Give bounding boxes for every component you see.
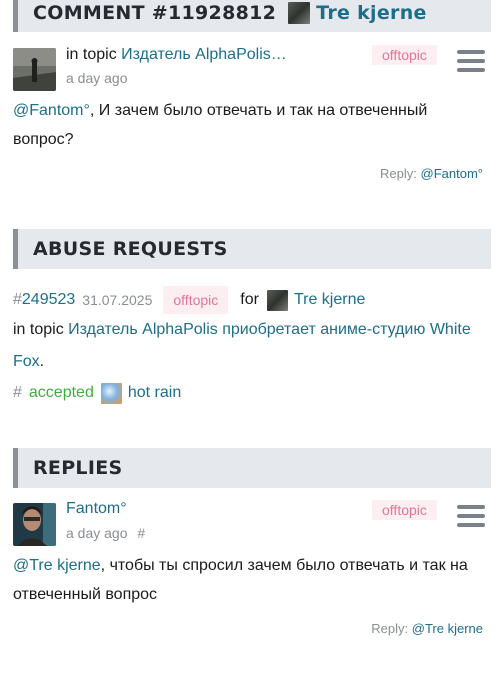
moderator-link[interactable]: hot rain (128, 381, 181, 405)
topic-link[interactable]: Издатель AlphaPolis… (121, 46, 287, 63)
replies-header: REPLIES (13, 448, 491, 488)
comment-author-link[interactable]: Tre kjerne (316, 2, 427, 24)
reply-menu-icon[interactable] (457, 505, 485, 527)
abuse-topic-line: in topic Издатель AlphaPolis приобретает… (13, 314, 483, 378)
reply-time[interactable]: a day ago (66, 525, 128, 541)
abuse-request-id[interactable]: #249523 (13, 288, 75, 312)
moderator-thumbnail (100, 382, 122, 404)
replies-title: REPLIES (33, 457, 123, 479)
abuse-status-line: # accepted hot rain (13, 381, 181, 405)
comment-body: @Fantom°, И зачем было отвечать и так на… (13, 96, 483, 154)
mention-link[interactable]: @Fantom° (13, 102, 90, 119)
abuse-offtopic-tag: offtopic (163, 286, 229, 314)
topic-prefix: in topic (66, 46, 117, 63)
abuse-requests-header: ABUSE REQUESTS (13, 229, 491, 269)
status-hash-icon[interactable]: # (13, 381, 22, 405)
reply-offtopic-tag: offtopic (372, 500, 437, 520)
abuse-topic-link[interactable]: Издатель AlphaPolis приобретает аниме-ст… (13, 321, 471, 370)
abuse-topic-prefix: in topic (13, 321, 64, 338)
reply-reply: Reply: @Tre kjerne (371, 621, 483, 636)
comment-time[interactable]: a day ago (66, 70, 128, 86)
comment-header: COMMENT #11928812 Tre kjerne (13, 0, 491, 32)
abuse-requests-title: ABUSE REQUESTS (33, 238, 228, 260)
menu-icon[interactable] (457, 50, 485, 72)
reply-avatar[interactable] (13, 503, 56, 546)
reply-label: Reply: (380, 166, 417, 181)
reply-to-link[interactable]: @Fantom° (421, 166, 483, 181)
abuse-request-date: 31.07.2025 (82, 292, 153, 308)
comment-title: COMMENT #11928812 (33, 2, 277, 24)
for-label: for (240, 291, 259, 308)
hash-icon: # (13, 291, 22, 308)
comment-offtopic-tag: offtopic (372, 45, 437, 65)
abuse-topic-suffix: . (39, 353, 45, 370)
reply-hash-icon[interactable]: # (137, 525, 145, 541)
comment-avatar[interactable] (13, 48, 56, 91)
author-thumbnail (288, 2, 311, 24)
reply-meta: a day ago # (66, 525, 145, 541)
abuse-request-line: #249523 31.07.2025 offtopic for Tre kjer… (13, 286, 365, 314)
target-user-link[interactable]: Tre kjerne (294, 288, 365, 312)
comment-meta: in topic Издатель AlphaPolis… (66, 44, 287, 66)
target-user-thumbnail (266, 289, 288, 311)
reply-reply-to-link[interactable]: @Tre kjerne (412, 621, 483, 636)
reply-body: @Tre kjerne, чтобы ты спросил зачем было… (13, 551, 488, 609)
reply-author-link[interactable]: Fantom° (66, 500, 127, 518)
reply-reply-label: Reply: (371, 621, 409, 636)
reply-mention-link[interactable]: @Tre kjerne (13, 557, 101, 574)
comment-reply: Reply: @Fantom° (380, 166, 483, 181)
status-accepted: accepted (28, 384, 94, 401)
